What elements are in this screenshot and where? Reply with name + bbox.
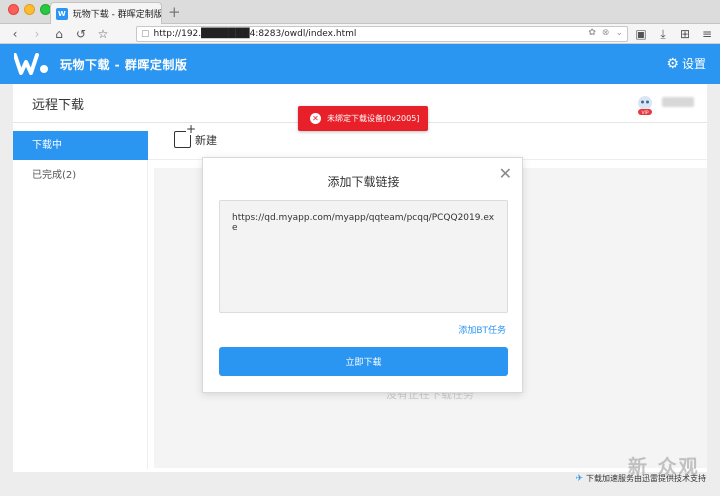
browser-titlebar: W 玩物下载 - 群晖定制版 +	[0, 0, 720, 24]
download-icon[interactable]: ⤓	[656, 26, 670, 42]
back-icon[interactable]: ‹	[8, 26, 22, 42]
add-link-dialog: 添加下载链接 ✕ https://qd.myapp.com/myapp/qqte…	[202, 157, 523, 393]
bookmark-star-icon[interactable]: ☆	[96, 26, 110, 42]
username-blurred	[662, 97, 694, 107]
vip-badge: VIP	[641, 110, 648, 116]
reload-icon[interactable]: ↺	[74, 26, 88, 42]
browser-navbar: ‹ › ⌂ ↺ ☆ ▢ http://192.███████4:8283/owd…	[0, 24, 720, 44]
app-title: 玩物下载 - 群晖定制版	[60, 58, 188, 72]
new-task-button[interactable]: 新建	[174, 123, 217, 148]
minimize-window-button[interactable]	[24, 4, 35, 15]
menu-icon[interactable]: ≡	[700, 26, 714, 42]
watermark: 新 众观	[628, 456, 700, 478]
browser-tab[interactable]: W 玩物下载 - 群晖定制版	[50, 2, 162, 24]
sidebar-item-completed[interactable]: 已完成(2)	[13, 161, 148, 190]
add-icon	[174, 123, 196, 148]
page-title: 远程下载	[32, 98, 85, 113]
extension-icon[interactable]: ✿	[588, 28, 596, 38]
link-value: https://qd.myapp.com/myapp/qqteam/pcqq/P…	[232, 213, 495, 233]
app-logo-icon	[14, 53, 48, 75]
settings-label: 设置	[681, 57, 706, 71]
app-favicon-icon: W	[56, 7, 68, 20]
dialog-title: 添加下载链接	[327, 175, 400, 189]
avatar[interactable]: VIP	[634, 94, 656, 116]
url-text: http://192.███████4:8283/owdl/index.html	[153, 29, 357, 39]
home-icon[interactable]: ⌂	[52, 26, 66, 42]
settings-button[interactable]: ⚙ 设置	[666, 55, 706, 72]
add-bt-task-link[interactable]: 添加BT任务	[458, 323, 506, 336]
gear-icon: ⚙	[666, 55, 679, 72]
app-header: 玩物下载 - 群晖定制版 ⚙ 设置	[0, 44, 720, 84]
address-bar[interactable]: ▢ http://192.███████4:8283/owdl/index.ht…	[136, 26, 628, 42]
error-icon: ✕	[310, 113, 321, 124]
error-toast: ✕ 未绑定下载设备[0x2005]	[298, 106, 428, 131]
xunlei-bird-icon: ✈	[575, 473, 583, 484]
close-icon[interactable]: ✕	[499, 166, 512, 182]
download-now-button[interactable]: 立即下载	[219, 347, 508, 376]
forward-icon[interactable]: ›	[30, 26, 44, 42]
close-window-button[interactable]	[8, 4, 19, 15]
sidebar-item-downloading[interactable]: 下载中	[13, 131, 148, 160]
url-clear-icon[interactable]: ⊗	[602, 28, 610, 38]
link-textarea[interactable]: https://qd.myapp.com/myapp/qqteam/pcqq/P…	[219, 200, 508, 313]
toast-message: 未绑定下载设备[0x2005]	[327, 114, 420, 123]
tab-title: 玩物下载 - 群晖定制版	[72, 10, 161, 20]
apps-icon[interactable]: ⊞	[678, 26, 692, 42]
dropdown-icon[interactable]: ⌄	[615, 28, 623, 38]
new-tab-button[interactable]: +	[168, 3, 181, 21]
page-info-icon: ▢	[141, 29, 150, 39]
screenshot-icon[interactable]: ▣	[634, 26, 648, 42]
new-task-label: 新建	[195, 133, 217, 147]
sidebar: 下载中 已完成(2)	[13, 131, 148, 469]
